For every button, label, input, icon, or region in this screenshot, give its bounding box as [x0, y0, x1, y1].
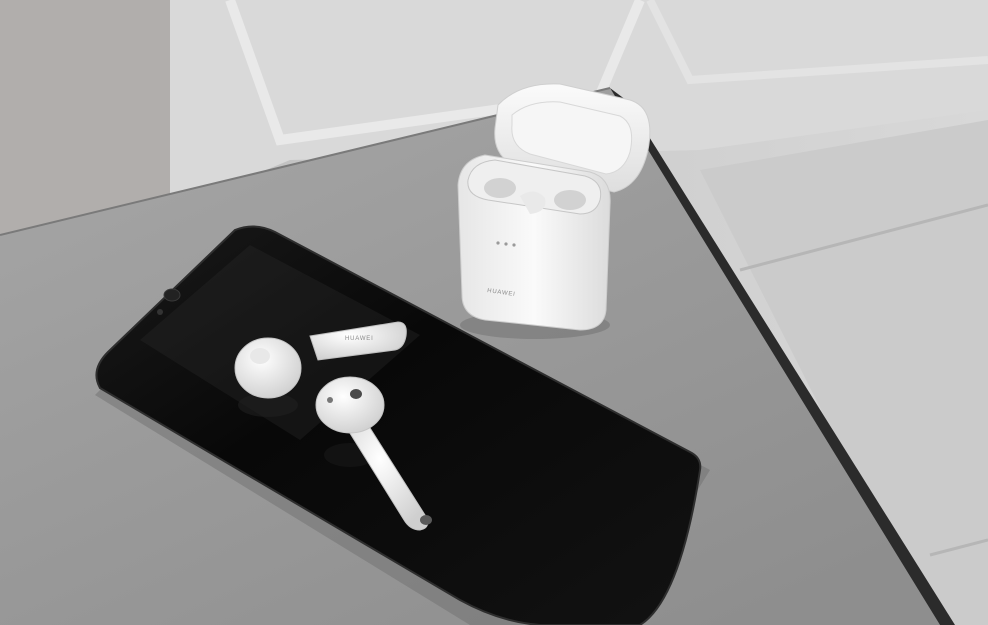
phone-camera: [163, 288, 181, 302]
photo-scene: HUAWEI HUAWEI: [0, 0, 988, 625]
earbud-brand-text: HUAWEI: [345, 336, 374, 342]
case-slot-right: [554, 190, 586, 210]
phone-sensor: [157, 309, 163, 315]
photo-canvas: HUAWEI HUAWEI: [0, 0, 988, 625]
case-led: [496, 241, 500, 245]
case-slot-left: [484, 178, 516, 198]
